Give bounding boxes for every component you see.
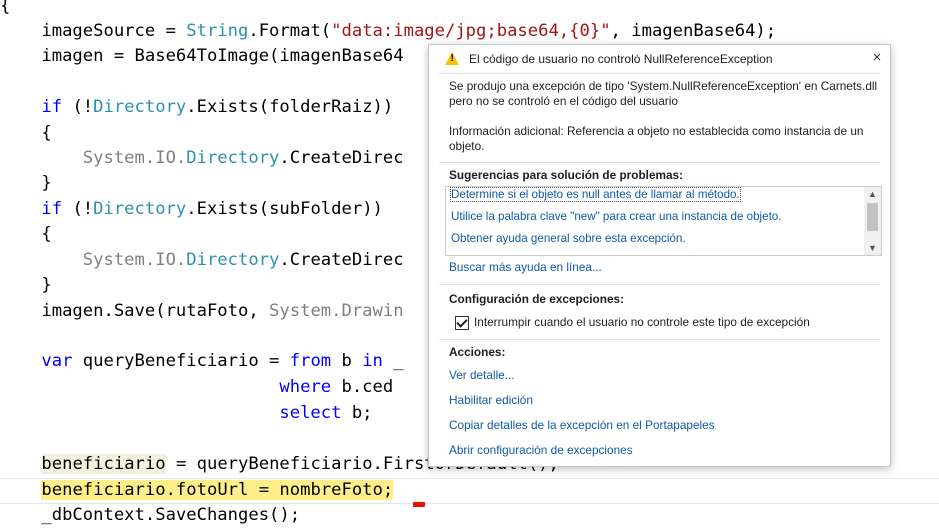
code-line: var queryBeneficiario = from b in _ [0,351,404,371]
code-line-current: beneficiario.fotoUrl = nombreFoto; [41,480,394,500]
code-line: if (!Directory.Exists(folderRaiz)) [0,97,394,117]
dialog-title: El código de usuario no controló NullRef… [469,52,773,66]
exception-assistant-dialog: ! El código de usuario no controló NullR… [428,44,891,467]
suggestions-heading: Sugerencias para solución de problemas: [449,168,684,182]
scroll-down-icon[interactable]: ▼ [864,241,881,255]
code-line: imagen = Base64ToImage(imagenBase64 [0,46,404,66]
code-line: select b; [0,403,373,423]
exception-settings-heading: Configuración de excepciones: [449,292,625,306]
divider [439,162,880,163]
additional-info-line1: Información adicional: Referencia a obje… [449,124,864,138]
break-on-exception-checkbox[interactable] [455,316,469,330]
suggestion-link[interactable]: Determine si el objeto es null antes de … [450,187,741,202]
suggestions-scrollbar[interactable]: ▲ ▼ [864,187,881,255]
code-line: imagen.Save(rutaFoto, System.Drawin [0,301,404,321]
search-more-help-link[interactable]: Buscar más ayuda en línea... [449,260,602,274]
exception-message-line2: pero no se controló en el código del usu… [449,94,678,108]
exception-message-line1: Se produjo una excepción de tipo 'System… [449,79,878,93]
code-line: } [0,173,52,193]
code-line: { [0,0,11,16]
enable-editing-link[interactable]: Habilitar edición [449,393,533,407]
divider [439,284,880,285]
code-line: where b.ced [0,377,394,397]
error-marker [413,502,425,507]
suggestion-link[interactable]: Obtener ayuda general sobre esta excepci… [451,232,686,245]
suggestions-list[interactable]: Determine si el objeto es null antes de … [445,186,882,256]
break-on-exception-label[interactable]: Interrumpir cuando el usuario no control… [474,315,810,329]
suggestion-link[interactable]: Utilice la palabra clave "new" para crea… [451,210,781,223]
scroll-up-icon[interactable]: ▲ [864,187,881,201]
code-line: imageSource = String.Format("data:image/… [0,21,777,41]
code-line: } [0,275,52,295]
additional-info-line2: objeto. [449,139,485,153]
open-exception-settings-link[interactable]: Abrir configuración de excepciones [449,443,633,457]
code-line: if (!Directory.Exists(subFolder)) [0,199,383,219]
divider [439,73,880,74]
dialog-header: ! El código de usuario no controló NullR… [429,45,890,73]
copy-exception-details-link[interactable]: Copiar detalles de la excepción en el Po… [449,418,715,432]
code-line: { [0,224,52,244]
code-line: System.IO.Directory.CreateDirec [0,250,404,270]
close-icon[interactable]: × [869,49,885,67]
scrollbar-thumb[interactable] [867,203,878,231]
code-line: System.IO.Directory.CreateDirec [0,148,404,168]
view-detail-link[interactable]: Ver detalle... [449,368,515,382]
code-line: { [0,123,52,143]
warning-icon: ! [445,52,459,65]
divider [439,339,880,340]
actions-heading: Acciones: [449,345,506,359]
